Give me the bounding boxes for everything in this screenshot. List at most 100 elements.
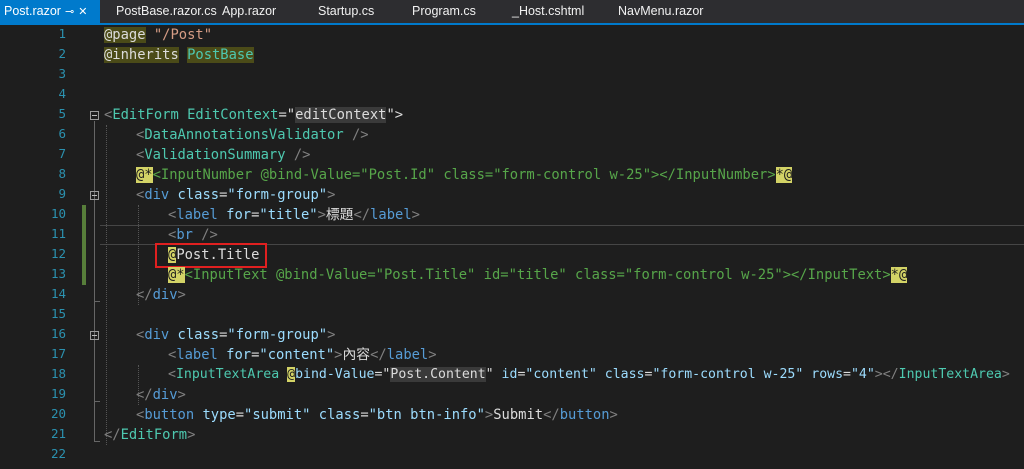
collapse-icon[interactable] bbox=[90, 191, 99, 200]
component-name: DataAnnotationsValidator bbox=[144, 127, 344, 143]
angle-bracket: > bbox=[428, 347, 437, 363]
html-tag: button bbox=[559, 407, 610, 423]
line-number: 1 bbox=[58, 26, 66, 41]
angle-bracket: > bbox=[484, 407, 494, 423]
collapse-icon[interactable] bbox=[90, 331, 99, 340]
pin-icon[interactable]: ⊸ bbox=[65, 1, 74, 24]
component-name: ValidationSummary bbox=[144, 147, 286, 163]
attribute-value: "submit" bbox=[244, 407, 311, 423]
code-line-6[interactable]: <DataAnnotationsValidator /> bbox=[136, 125, 369, 145]
code-line-7[interactable]: <ValidationSummary /> bbox=[136, 145, 310, 165]
close-icon[interactable]: ✕ bbox=[78, 1, 87, 24]
tab-label: App.razor bbox=[222, 4, 277, 18]
tab-postbase-razor-cs[interactable]: PostBase.razor.cs bbox=[116, 0, 217, 23]
code-line-19[interactable]: </div> bbox=[136, 385, 186, 405]
tab-label: Post.razor bbox=[4, 4, 61, 18]
attribute-name: type bbox=[194, 407, 236, 423]
code-line-8[interactable]: @*<InputNumber @bind-Value="Post.Id" cla… bbox=[136, 165, 793, 185]
outline-end bbox=[94, 441, 100, 442]
tab-post-razor[interactable]: Post.razor ⊸ ✕ bbox=[0, 0, 100, 23]
code-line-21[interactable]: </EditForm> bbox=[104, 425, 195, 445]
attribute-value: "content" bbox=[525, 367, 597, 382]
angle-bracket: </ bbox=[353, 207, 371, 223]
line-number: 4 bbox=[58, 86, 66, 101]
document-tab-bar: Post.razor ⊸ ✕ PostBase.razor.cs App.razor… bbox=[0, 0, 1024, 25]
attribute-name: id bbox=[493, 367, 518, 382]
code-editor[interactable]: 1 2 3 4 5 6 7 8 9 10 11 12 13 14 15 16 1… bbox=[0, 25, 1024, 469]
code-line-10[interactable]: <label for="title">標題</label> bbox=[168, 205, 420, 225]
angle-bracket: </ bbox=[136, 387, 153, 403]
tab-program-cs[interactable]: Program.cs bbox=[412, 0, 476, 23]
current-line-highlight bbox=[100, 225, 1024, 245]
line-number: 5 bbox=[58, 106, 66, 121]
component-name: EditForm bbox=[112, 107, 179, 123]
attribute-name: rows bbox=[803, 367, 844, 382]
razor-comment-end: *@ bbox=[890, 267, 908, 283]
angle-bracket: < bbox=[168, 367, 176, 382]
attribute-value: "form-group" bbox=[227, 187, 328, 203]
line-number: 17 bbox=[50, 346, 66, 361]
button-text: Submit bbox=[493, 407, 544, 423]
component-name: EditForm bbox=[120, 427, 188, 443]
tab-label: Startup.cs bbox=[318, 4, 375, 18]
quote: " bbox=[485, 367, 494, 382]
line-number: 19 bbox=[50, 386, 66, 401]
angle-bracket: </ bbox=[543, 407, 560, 423]
line-number: 15 bbox=[50, 306, 66, 321]
tab-navmenu-razor[interactable]: NavMenu.razor bbox=[618, 0, 703, 23]
tab-label: NavMenu.razor bbox=[618, 4, 704, 18]
razor-at: @ bbox=[287, 367, 296, 382]
razor-comment-start: @* bbox=[168, 267, 185, 283]
code-line-14[interactable]: </div> bbox=[136, 285, 186, 305]
attribute-value: editContext bbox=[295, 107, 387, 123]
line-number: 20 bbox=[50, 406, 66, 421]
tab-label: Program.cs bbox=[412, 4, 476, 18]
html-tag: br bbox=[176, 227, 193, 243]
html-tag: label bbox=[386, 347, 429, 363]
angle-bracket: "> bbox=[386, 107, 404, 123]
equals: = bbox=[843, 367, 851, 382]
angle-bracket: > bbox=[327, 327, 336, 343]
html-tag: label bbox=[176, 207, 218, 223]
attribute-value: Post.Content bbox=[390, 367, 486, 382]
line-number: 8 bbox=[58, 166, 66, 181]
type-name: PostBase bbox=[187, 47, 254, 63]
angle-bracket: > bbox=[411, 207, 420, 223]
angle-bracket: /> bbox=[192, 227, 218, 243]
angle-bracket: /> bbox=[343, 127, 369, 143]
code-line-13[interactable]: @*<InputText @bind-Value="Post.Title" id… bbox=[168, 265, 908, 285]
code-line-2[interactable]: @inherits PostBase bbox=[104, 45, 254, 65]
component-name: InputTextArea bbox=[898, 367, 1002, 382]
angle-bracket: > bbox=[327, 187, 336, 203]
line-number: 10 bbox=[50, 206, 66, 221]
html-tag: button bbox=[144, 407, 195, 423]
angle-bracket: > bbox=[177, 287, 186, 303]
html-tag: div bbox=[152, 287, 178, 303]
line-number: 21 bbox=[50, 426, 66, 441]
equals: =" bbox=[278, 107, 296, 123]
tab-startup-cs[interactable]: Startup.cs bbox=[318, 0, 374, 23]
tab-host-cshtml[interactable]: _Host.cshtml bbox=[512, 0, 584, 23]
code-line-1[interactable]: @page "/Post" bbox=[104, 25, 212, 45]
attribute-name: for bbox=[217, 207, 252, 223]
code-line-9[interactable]: <div class="form-group"> bbox=[136, 185, 335, 205]
collapse-icon[interactable] bbox=[90, 111, 99, 120]
html-tag: div bbox=[144, 187, 170, 203]
attribute-name: class bbox=[169, 327, 220, 343]
change-indicator bbox=[82, 205, 86, 285]
code-line-17[interactable]: <label for="content">內容</label> bbox=[168, 345, 437, 365]
directive: @inherits bbox=[104, 47, 179, 63]
code-line-11[interactable]: <br /> bbox=[168, 225, 218, 245]
code-line-5[interactable]: <EditForm EditContext="editContext"> bbox=[104, 105, 403, 125]
angle-bracket: > bbox=[177, 387, 186, 403]
code-line-18[interactable]: <InputTextArea @bind-Value="Post.Content… bbox=[168, 365, 1010, 385]
tab-label: _Host.cshtml bbox=[512, 4, 585, 18]
attribute-name: EditContext bbox=[187, 107, 279, 123]
code-line-20[interactable]: <button type="submit" class="btn btn-inf… bbox=[136, 405, 618, 425]
angle-bracket: </ bbox=[136, 287, 153, 303]
angle-bracket: > bbox=[317, 207, 326, 223]
tab-app-razor[interactable]: App.razor bbox=[222, 0, 276, 23]
code-line-16[interactable]: <div class="form-group"> bbox=[136, 325, 335, 345]
html-tag: div bbox=[152, 387, 178, 403]
